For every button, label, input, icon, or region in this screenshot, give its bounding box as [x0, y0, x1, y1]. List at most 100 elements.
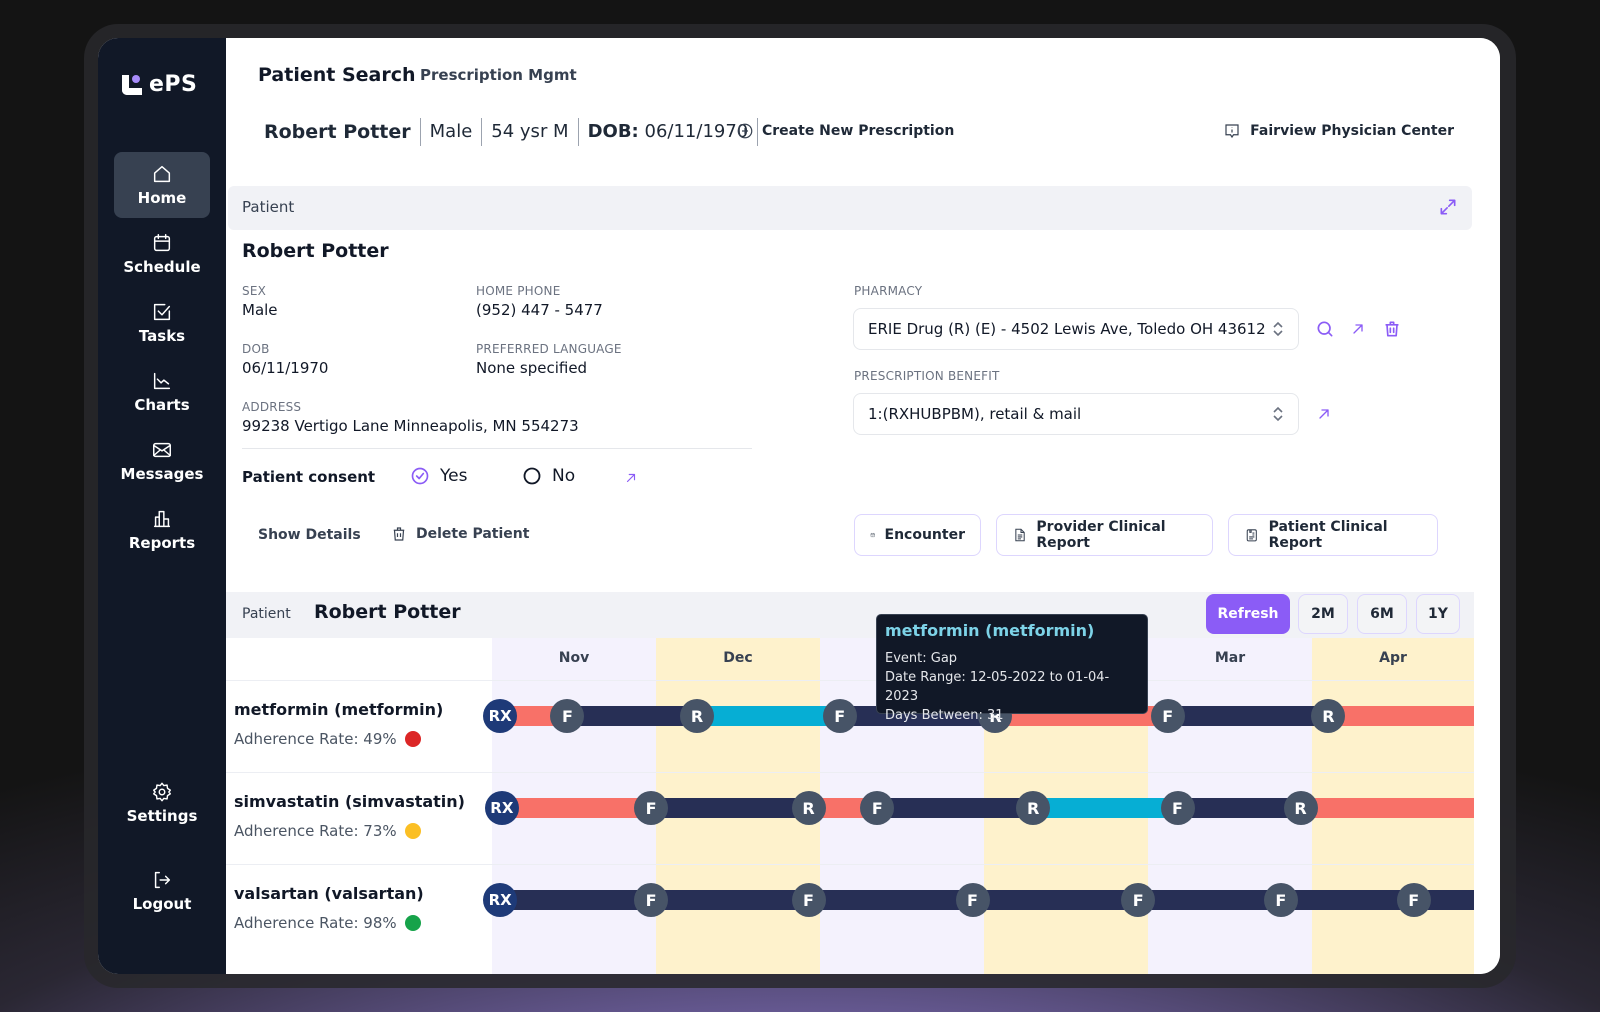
month-label: Apr [1379, 650, 1407, 666]
patient-clinical-report-label: Patient Clinical Report [1268, 519, 1388, 551]
create-prescription-button[interactable]: Create New Prescription [736, 122, 954, 140]
sidebar-item-schedule[interactable]: Schedule [114, 221, 210, 287]
refill-event-marker[interactable]: R [1283, 791, 1318, 825]
chart-icon [153, 372, 171, 390]
sidebar-item-charts[interactable]: Charts [114, 359, 210, 425]
refill-event-marker[interactable]: R [791, 791, 826, 825]
month-label: Nov [558, 650, 590, 666]
benefit-select[interactable]: 1:(RXHUBPBM), retail & mail [853, 393, 1299, 435]
timeline-patient-name: Robert Potter [314, 601, 461, 623]
encounter-button[interactable]: Encounter [854, 514, 981, 556]
sidebar-item-reports[interactable]: Reports [114, 497, 210, 563]
timeline-segment-overlap[interactable] [1033, 798, 1178, 818]
tooltip-days-between: Days Between: 31 [885, 708, 1004, 723]
checkbox-icon [153, 303, 171, 321]
patient-section-header: Patient [228, 186, 1472, 230]
trash-icon [393, 527, 405, 541]
divider [242, 448, 752, 449]
sidebar-item-settings[interactable]: Settings [114, 770, 210, 836]
consent-no-radio[interactable]: No [522, 466, 575, 486]
dob-value: 06/11/1970 [644, 121, 749, 142]
refill-event-marker[interactable]: R [1016, 791, 1051, 825]
patient-panel-name: Robert Potter [242, 240, 389, 262]
sidebar-item-messages[interactable]: Messages [114, 428, 210, 494]
timeline-segment-covered[interactable] [567, 706, 697, 726]
clipboard-report-icon [1246, 529, 1257, 542]
drug-name: metformin (metformin) [234, 700, 444, 719]
radio-empty-icon [523, 467, 541, 485]
timeline-segment-overlap[interactable] [697, 706, 840, 726]
rx-event-marker[interactable]: RX [483, 883, 518, 917]
refill-event-marker[interactable]: R [680, 699, 714, 733]
range-2m-button[interactable]: 2M [1298, 594, 1348, 634]
field-label: ADDRESS [242, 400, 302, 414]
sidebar-item-tasks[interactable]: Tasks [114, 290, 210, 356]
sidebar-item-label: Tasks [138, 327, 186, 345]
timeline-segment-gap[interactable] [1328, 706, 1474, 726]
benefit-label: PRESCRIPTION BENEFIT [854, 369, 1000, 383]
pharmacy-open-button[interactable] [1350, 321, 1366, 341]
range-6m-button[interactable]: 6M [1357, 594, 1407, 634]
timeline-segment-gap[interactable] [1300, 798, 1474, 818]
consent-yes-radio[interactable]: Yes [410, 466, 467, 486]
logo-text: ePS [149, 72, 198, 97]
field-value: (952) 447 - 5477 [476, 301, 603, 319]
fill-event-marker[interactable]: F [822, 699, 857, 733]
mail-icon [153, 442, 171, 458]
plus-circle-icon [737, 123, 753, 139]
sidebar-item-label: Messages [120, 465, 204, 483]
search-icon [1317, 321, 1333, 337]
sidebar-item-logout[interactable]: Logout [114, 858, 210, 924]
benefit-open-button[interactable] [1316, 406, 1332, 426]
timeline-segment-covered[interactable] [877, 798, 1034, 818]
delete-patient-button[interactable]: Delete Patient [390, 525, 529, 543]
range-1y-button[interactable]: 1Y [1416, 594, 1460, 634]
tooltip-title: metformin (metformin) [885, 621, 1095, 640]
fill-event-marker[interactable]: F [1150, 699, 1185, 733]
page-title[interactable]: Patient Search [258, 64, 416, 86]
fill-event-marker[interactable]: F [634, 883, 669, 917]
bar-chart-icon [153, 510, 171, 528]
app-logo: ePS [122, 72, 197, 97]
patient-clinical-report-button[interactable]: Patient Clinical Report [1228, 514, 1438, 556]
field-label: PREFERRED LANGUAGE [476, 342, 622, 356]
fill-event-marker[interactable]: F [1160, 791, 1195, 825]
pharmacy-search-button[interactable] [1315, 319, 1335, 343]
facility-info: Fairview Physician Center [1223, 122, 1454, 140]
drug-name: simvastatin (simvastatin) [234, 792, 465, 811]
row-divider [226, 772, 1474, 773]
sidebar: ePS Home Schedule Tasks Charts Messages … [98, 38, 226, 974]
rx-event-marker[interactable]: RX [484, 791, 519, 825]
tab-prescription-mgmt[interactable]: Prescription Mgmt [420, 66, 577, 84]
timeline-segment-covered[interactable] [1177, 798, 1301, 818]
create-prescription-label: Create New Prescription [762, 123, 955, 139]
fill-event-marker[interactable]: F [1121, 883, 1156, 917]
pharmacy-label: PHARMACY [854, 284, 923, 298]
fill-event-marker[interactable]: F [955, 883, 990, 917]
patient-age: 54 ysr M [482, 118, 579, 146]
consent-link-icon[interactable] [624, 470, 638, 489]
refresh-button[interactable]: Refresh [1206, 594, 1290, 634]
fill-event-marker[interactable]: F [1263, 883, 1298, 917]
fill-event-marker[interactable]: F [1396, 883, 1431, 917]
consent-yes-label: Yes [440, 466, 468, 486]
fill-event-marker[interactable]: F [791, 883, 826, 917]
timeline-segment-covered[interactable] [1167, 706, 1329, 726]
sidebar-item-home[interactable]: Home [114, 152, 210, 218]
pharmacy-delete-button[interactable] [1382, 319, 1402, 343]
adherence-rate: Adherence Rate: 49% [234, 730, 421, 748]
field-label: DOB [242, 342, 270, 356]
pharmacy-select[interactable]: ERIE Drug (R) (E) - 4502 Lewis Ave, Tole… [853, 308, 1299, 350]
calendar-check-icon [870, 532, 875, 538]
timeline-segment-gap[interactable] [501, 798, 652, 818]
rx-event-marker[interactable]: RX [483, 699, 518, 733]
adherence-status-dot [404, 915, 421, 931]
timeline-segment-covered[interactable] [651, 798, 809, 818]
expand-icon[interactable] [1438, 197, 1458, 217]
sidebar-item-label: Home [137, 189, 187, 207]
show-details-button[interactable]: Show Details [258, 527, 361, 543]
trash-icon [1385, 321, 1399, 337]
adherence-rate: Adherence Rate: 73% [234, 822, 421, 840]
provider-clinical-report-button[interactable]: Provider Clinical Report [996, 514, 1213, 556]
fill-event-marker[interactable]: F [634, 791, 669, 825]
